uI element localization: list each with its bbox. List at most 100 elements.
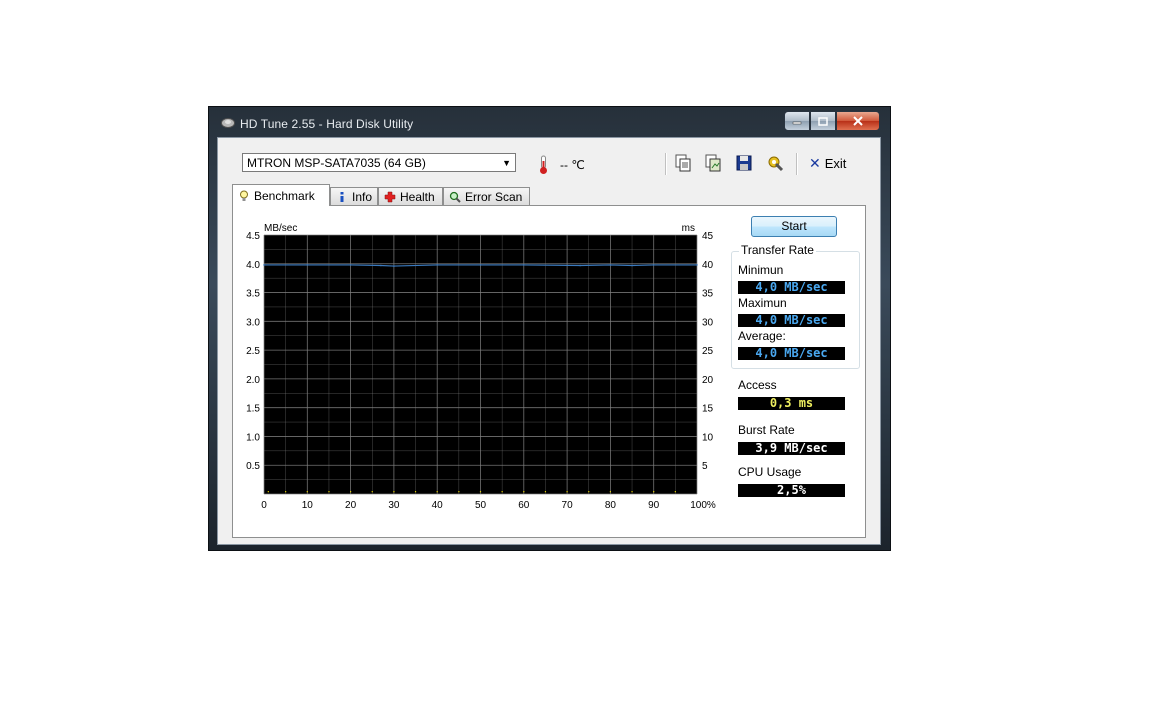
transfer-rate-point	[609, 264, 612, 266]
tab-label: Info	[351, 189, 372, 204]
x-tick-label: 0	[261, 500, 267, 511]
x-tick-label: 60	[518, 500, 530, 511]
burst-rate-value: 3,9 MB/sec	[738, 442, 845, 455]
app-window: HD Tune 2.55 - Hard Disk Utility MTRON M…	[209, 107, 890, 550]
tab-info[interactable]: Info	[330, 187, 378, 205]
transfer-rate-point	[579, 264, 581, 267]
maximum-value: 4,0 MB/sec	[738, 314, 845, 327]
access-time-point	[414, 491, 417, 493]
tab-benchmark[interactable]: Benchmark	[232, 184, 330, 206]
magnifier-icon	[449, 191, 461, 203]
x-tick-label: 30	[388, 500, 400, 511]
exit-x-icon: ✕	[809, 155, 821, 171]
transfer-rate-title: Transfer Rate	[739, 243, 816, 257]
options-wrench-icon[interactable]	[766, 154, 784, 172]
access-time-point	[653, 491, 655, 493]
x-tick-label: 70	[562, 500, 574, 511]
y2-tick-label: 10	[702, 432, 714, 443]
minimize-button[interactable]	[784, 111, 810, 131]
transfer-rate-point	[436, 264, 438, 266]
window-client-area: MTRON MSP-SATA7035 (64 GB) ▼ -- ℃ ✕ Exit…	[217, 137, 881, 545]
y2-tick-label: 25	[702, 346, 714, 357]
minimize-icon	[792, 121, 802, 125]
access-label: Access	[738, 378, 777, 392]
transfer-rate-point	[349, 264, 352, 266]
access-time-point	[631, 491, 633, 493]
y-tick-label: 2.0	[246, 375, 260, 386]
x-tick-label: 20	[345, 500, 357, 511]
access-time-point	[566, 491, 568, 493]
access-time-point	[371, 491, 373, 493]
y2-tick-label: 5	[702, 461, 708, 472]
x-tick-label: 50	[475, 500, 487, 511]
cpu-usage-label: CPU Usage	[738, 465, 802, 479]
maximize-button[interactable]	[810, 111, 836, 131]
save-icon[interactable]	[735, 154, 753, 172]
copy-screenshot-icon[interactable]	[704, 154, 722, 172]
average-label: Average:	[738, 329, 786, 343]
access-time-point	[458, 491, 460, 493]
access-time-point	[674, 491, 676, 493]
y-axis-label: MB/sec	[264, 223, 297, 234]
transfer-rate-point	[306, 264, 309, 266]
transfer-rate-point	[696, 264, 698, 266]
benchmark-panel: 0 10 20 30 40 50 60 70 80 90 100% 0.5 1.0 1.5 2.0 2.5 3.…	[232, 205, 866, 538]
y2-axis-label: ms	[682, 223, 695, 234]
access-time-point	[350, 491, 352, 493]
access-time-point	[523, 491, 525, 493]
health-cross-icon	[384, 191, 396, 202]
close-window-button[interactable]	[836, 111, 880, 131]
burst-rate-label: Burst Rate	[738, 423, 795, 437]
access-time-point	[328, 491, 330, 493]
tab-health[interactable]: Health	[378, 187, 443, 205]
hd-tune-app-icon	[221, 118, 235, 128]
window-title: HD Tune 2.55 - Hard Disk Utility	[240, 117, 414, 131]
tab-label: Error Scan	[465, 189, 523, 204]
toolbar-separator	[665, 153, 667, 175]
transfer-rate-point	[380, 264, 382, 267]
y2-tick-label: 40	[702, 260, 714, 271]
transfer-rate-point	[393, 265, 395, 267]
tab-label: Benchmark	[254, 188, 315, 203]
maximize-icon	[818, 116, 828, 126]
access-time-point	[267, 491, 269, 493]
y-tick-label: 3.0	[246, 317, 260, 328]
transfer-rate-point	[479, 264, 482, 266]
transfer-rate-chart: 0 10 20 30 40 50 60 70 80 90 100% 0.5 1.0 1.5 2.0 2.5 3.…	[246, 223, 716, 511]
access-time-point	[588, 491, 590, 493]
dropdown-arrow-icon: ▼	[502, 158, 511, 168]
temperature-readout: -- ℃	[560, 158, 585, 172]
x-tick-label: 10	[302, 500, 314, 511]
drive-select[interactable]: MTRON MSP-SATA7035 (64 GB) ▼	[242, 153, 516, 172]
access-time-point	[501, 491, 503, 493]
close-icon	[853, 116, 863, 126]
y2-tick-label: 35	[702, 289, 714, 300]
y2-tick-label: 20	[702, 375, 714, 386]
minimum-label: Minimun	[738, 263, 784, 277]
access-time-point	[479, 491, 482, 493]
toolbar-separator	[796, 153, 798, 175]
lightbulb-icon	[240, 190, 248, 201]
maximum-label: Maximun	[738, 296, 787, 310]
y-tick-label: 1.0	[246, 432, 260, 443]
title-bar[interactable]: HD Tune 2.55 - Hard Disk Utility	[209, 107, 890, 137]
exit-button[interactable]: ✕ Exit	[809, 155, 846, 172]
y-tick-label: 3.5	[246, 289, 260, 300]
tab-error-scan[interactable]: Error Scan	[443, 187, 530, 205]
y-tick-label: 4.0	[246, 260, 260, 271]
access-time-point	[285, 491, 287, 493]
thermometer-icon	[540, 155, 547, 174]
access-value: 0,3 ms	[738, 397, 845, 410]
average-value: 4,0 MB/sec	[738, 347, 845, 360]
transfer-rate-point	[263, 264, 265, 266]
y-tick-label: 4.5	[246, 231, 260, 242]
tab-label: Health	[400, 189, 435, 204]
y-tick-label: 1.5	[246, 404, 260, 415]
start-button[interactable]: Start	[751, 216, 837, 237]
y2-tick-label: 15	[702, 404, 714, 415]
copy-text-icon[interactable]	[674, 154, 692, 172]
drive-select-value: MTRON MSP-SATA7035 (64 GB)	[247, 156, 426, 170]
minimum-value: 4,0 MB/sec	[738, 281, 845, 294]
x-tick-label: 40	[432, 500, 444, 511]
info-icon	[340, 191, 344, 202]
